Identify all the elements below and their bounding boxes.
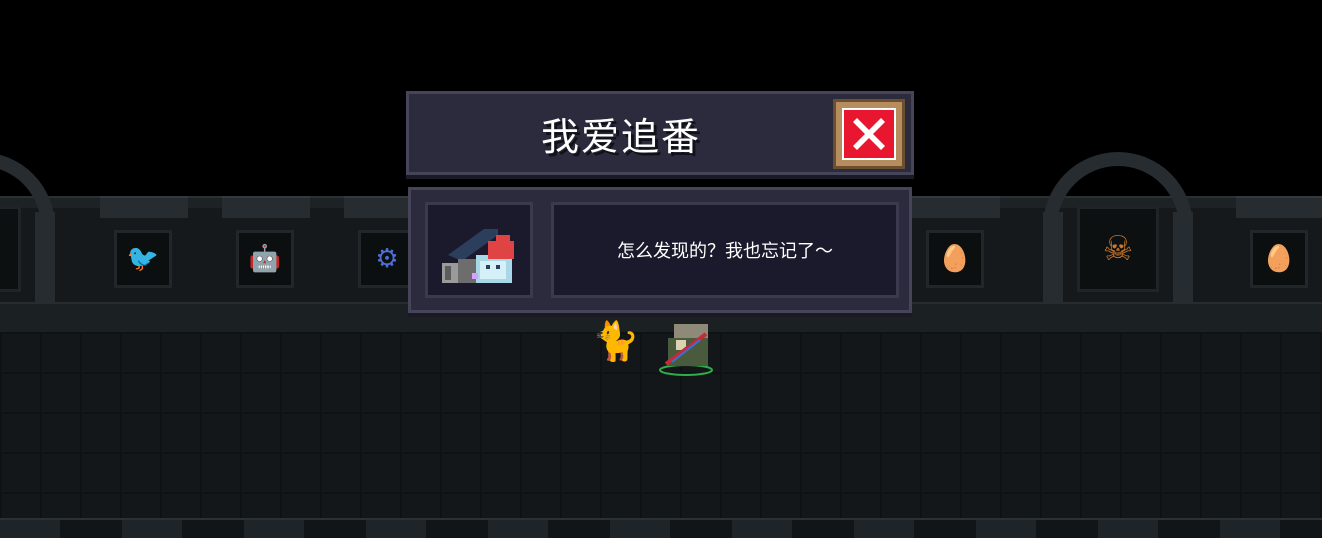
anime-fan-achievement-icon: [442, 229, 514, 283]
stone-arch-right: ☠: [1043, 152, 1193, 302]
portal-frame: ✶: [0, 206, 21, 292]
mech-sprite-icon: ⚙: [375, 244, 399, 274]
close-x-icon: [853, 118, 885, 150]
dialog-body-panel: 怎么发现的？我也忘记了～: [408, 187, 912, 313]
display-niche: 🐦: [100, 196, 188, 296]
display-niche: 🥚: [912, 196, 1000, 296]
black-cat-pet-icon: 🐈: [592, 319, 640, 363]
dialog-title: 我爱追番: [540, 114, 701, 159]
knight-player: [654, 320, 716, 376]
bird-sprite-icon: 🐦: [126, 244, 160, 274]
dark-egg-sprite-icon: 🥚: [1262, 244, 1296, 274]
dialog-description: 怎么发现的？我也忘记了～: [551, 202, 899, 298]
floor-rail: [0, 518, 1322, 538]
blue-egg-sprite-icon: 🥚: [938, 244, 972, 274]
robot-sprite-icon: 🤖: [248, 244, 282, 274]
display-niche: 🤖: [222, 196, 310, 296]
skull-portal-sprite-icon: ☠: [1102, 229, 1134, 269]
item-icon-slot: [425, 202, 533, 298]
dialog-title-panel: 我爱追番: [406, 91, 914, 175]
portal-frame: ☠: [1077, 206, 1159, 292]
game-scene: ✶ 🐦 🤖 ⚙ 🥚 ☠: [0, 0, 1322, 538]
stone-arch-left: ✶: [0, 152, 55, 302]
display-niche: 🥚: [1236, 196, 1322, 296]
close-button[interactable]: [833, 99, 905, 169]
